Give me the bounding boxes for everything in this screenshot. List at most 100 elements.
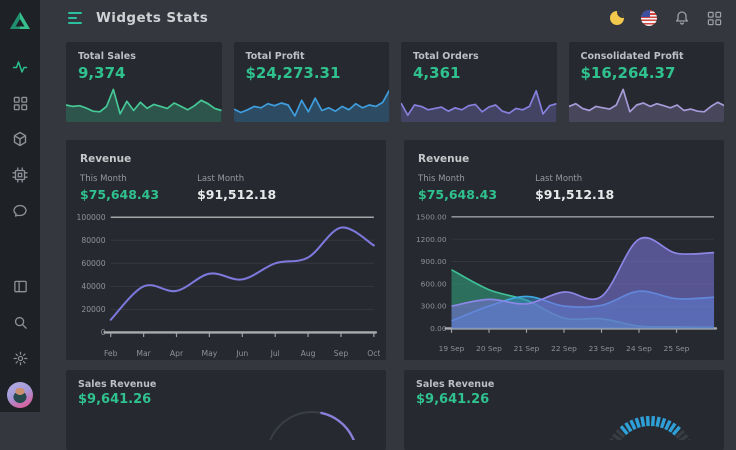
sparkline-chart [569, 82, 725, 122]
svg-text:Jul: Jul [270, 349, 280, 358]
svg-text:20 Sep: 20 Sep [476, 344, 502, 353]
stat-card-total-sales[interactable]: Total Sales 9,374 [66, 42, 222, 122]
stat-value: $16,264.37 [569, 64, 725, 82]
stat-label: Total Orders [401, 42, 557, 64]
last-month-block: Last Month $91,512.18 [535, 174, 614, 202]
stat-value: 4,361 [401, 64, 557, 82]
stat-card-consolidated-profit[interactable]: Consolidated Profit $16,264.37 [569, 42, 725, 122]
sidebar-item-dashboard[interactable] [0, 85, 40, 121]
stat-card-total-profit[interactable]: Total Profit $24,273.31 [234, 42, 390, 122]
svg-text:900.00: 900.00 [421, 257, 447, 266]
stat-value: $24,273.31 [234, 64, 390, 82]
revenue-line-chart: 020000400006000080000100000FebMarAprMayJ… [74, 208, 380, 359]
svg-text:Oct: Oct [367, 349, 380, 358]
stats-row: Total Sales 9,374 Total Profit $24,273.3… [66, 42, 724, 122]
hamburger-menu-icon[interactable] [68, 12, 82, 24]
sidebar-item-chat[interactable] [0, 193, 40, 229]
revenue-area-card: Revenue This Month $75,648.43 Last Month… [404, 140, 724, 360]
svg-text:24 Sep: 24 Sep [626, 344, 652, 353]
this-month-label: This Month [418, 174, 497, 184]
svg-text:0.00: 0.00 [430, 324, 447, 333]
chart-title: Revenue [66, 140, 386, 174]
this-month-label: This Month [80, 174, 159, 184]
stat-label: Consolidated Profit [569, 42, 725, 64]
triangle-logo-icon [8, 9, 32, 33]
svg-text:23 Sep: 23 Sep [589, 344, 615, 353]
cpu-chip-icon [12, 167, 28, 183]
stat-value: 9,374 [66, 64, 222, 82]
dashboard-grid-icon [13, 96, 28, 111]
this-month-block: This Month $75,648.43 [418, 174, 497, 202]
svg-text:40000: 40000 [81, 282, 105, 291]
stat-label: Total Sales [66, 42, 222, 64]
svg-text:22 Sep: 22 Sep [551, 344, 577, 353]
revenue-line-card: Revenue This Month $75,648.43 Last Month… [66, 140, 386, 360]
theme-toggle-moon-icon[interactable] [610, 11, 624, 25]
last-month-value: $91,512.18 [197, 187, 276, 202]
svg-text:60000: 60000 [81, 259, 105, 268]
sidebar-item-package[interactable] [0, 121, 40, 157]
svg-text:Jun: Jun [235, 349, 248, 358]
sparkline-chart [401, 82, 557, 122]
bottom-row: Sales Revenue $9,641.26 Sales Revenue $9… [66, 370, 724, 450]
top-header: Widgets Stats [40, 0, 736, 36]
tick-gauge-chart [590, 384, 710, 440]
svg-text:1200.00: 1200.00 [416, 235, 447, 244]
settings-gear-icon [13, 351, 28, 366]
svg-text:Sep: Sep [334, 349, 349, 358]
ring-gauge-chart [252, 384, 372, 440]
revenue-area-chart: 0.00 300.00 600.00 900.00 1200.00 1500.00 19 S… [412, 208, 718, 354]
last-month-block: Last Month $91,512.18 [197, 174, 276, 202]
package-box-icon [12, 131, 28, 147]
sidebar-item-search[interactable] [0, 304, 40, 340]
svg-text:Apr: Apr [170, 349, 184, 358]
sidebar-item-settings[interactable] [0, 340, 40, 376]
header-actions [610, 10, 722, 26]
svg-text:19 Sep: 19 Sep [439, 344, 465, 353]
this-month-value: $75,648.43 [80, 187, 159, 202]
svg-text:1500.00: 1500.00 [416, 212, 447, 221]
layout-panel-icon [13, 279, 28, 294]
svg-text:May: May [202, 349, 218, 358]
svg-text:600.00: 600.00 [421, 279, 447, 288]
sales-revenue-card-ticks[interactable]: Sales Revenue $9,641.26 [404, 370, 724, 450]
chart-summary: This Month $75,648.43 Last Month $91,512… [404, 174, 724, 202]
sales-revenue-card-ring[interactable]: Sales Revenue $9,641.26 [66, 370, 386, 450]
sidebar-item-layout[interactable] [0, 268, 40, 304]
last-month-label: Last Month [197, 174, 276, 184]
chat-bubble-icon [12, 203, 28, 219]
sidebar-item-cpu[interactable] [0, 157, 40, 193]
language-us-flag-icon[interactable] [641, 10, 657, 26]
last-month-value: $91,512.18 [535, 187, 614, 202]
stat-card-total-orders[interactable]: Total Orders 4,361 [401, 42, 557, 122]
charts-row: Revenue This Month $75,648.43 Last Month… [66, 140, 724, 360]
svg-text:100000: 100000 [77, 213, 106, 222]
sparkline-chart [234, 82, 390, 122]
user-avatar[interactable] [7, 382, 33, 408]
apps-grid-icon[interactable] [707, 11, 722, 26]
sparkline-chart [66, 82, 222, 122]
svg-text:Aug: Aug [301, 349, 316, 358]
chart-summary: This Month $75,648.43 Last Month $91,512… [66, 174, 386, 202]
notifications-bell-icon[interactable] [674, 10, 690, 26]
activity-icon [12, 59, 28, 75]
svg-text:Mar: Mar [136, 349, 151, 358]
app-root: Widgets Stats Total Sales 9,374 [0, 0, 736, 412]
svg-text:25 Sep: 25 Sep [664, 344, 690, 353]
sidebar-item-activity[interactable] [0, 49, 40, 85]
this-month-value: $75,648.43 [418, 187, 497, 202]
this-month-block: This Month $75,648.43 [80, 174, 159, 202]
main-area: Widgets Stats Total Sales 9,374 [40, 0, 736, 412]
svg-text:80000: 80000 [81, 236, 105, 245]
svg-text:300.00: 300.00 [421, 302, 447, 311]
page-title: Widgets Stats [96, 10, 208, 26]
brand-logo[interactable] [8, 9, 32, 37]
chart-title: Revenue [404, 140, 724, 174]
sidebar [0, 0, 40, 412]
search-icon [13, 315, 28, 330]
svg-text:20000: 20000 [81, 305, 105, 314]
content: Total Sales 9,374 Total Profit $24,273.3… [40, 36, 736, 450]
stat-label: Total Profit [234, 42, 390, 64]
last-month-label: Last Month [535, 174, 614, 184]
svg-text:21 Sep: 21 Sep [514, 344, 540, 353]
